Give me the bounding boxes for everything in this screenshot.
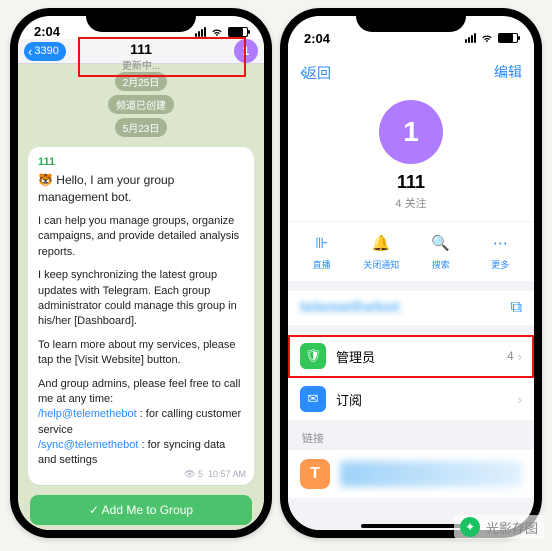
watermark: ✦ 光影存图 [454,515,544,539]
qr-icon[interactable]: ⧉ [511,299,522,317]
home-indicator[interactable] [361,524,461,528]
chevron-right-icon: › [518,392,522,407]
chip-created: 频道已创建 [108,95,174,114]
message-p1: I can help you manage groups, organize c… [38,214,244,260]
status-time: 2:04 [304,31,330,46]
bell-icon: 🔔 [370,232,392,254]
add-to-group-button[interactable]: ✓ Add Me to Group [30,495,252,525]
message-greeting: Hello, I am your group management bot. [38,173,174,204]
watermark-text: 光影存图 [486,518,538,537]
profile-header: 1 111 4 关注 [288,92,534,221]
status-icons [195,26,248,38]
admins-label: 管理员 [336,347,507,366]
wifi-icon [480,32,494,44]
chat-body[interactable]: 2月25日 频道已创建 5月23日 111 🐯 Hello, I am your… [18,64,264,530]
sync-command-link[interactable]: /sync@telemethebot [38,439,138,451]
status-time: 2:04 [34,24,60,39]
more-icon: ⋯ [489,232,511,254]
screen-profile: 2:04 ‹返回 编辑 1 111 4 关注 ⊪ 直播 [288,16,534,530]
links-section-label: 链接 [288,420,534,450]
screen-chat: 2:04 ‹ 3390 111 更新中... 1 2月25日 频道已创建 [18,16,264,530]
back-count: 3390 [34,45,58,57]
chat-avatar[interactable]: 1 [234,39,258,63]
group-name: 111 [288,172,534,193]
action-more[interactable]: ⋯ 更多 [471,232,531,271]
action-live[interactable]: ⊪ 直播 [292,232,352,271]
phone-right: 2:04 ‹返回 编辑 1 111 4 关注 ⊪ 直播 [280,8,542,538]
profile-avatar[interactable]: 1 [379,100,443,164]
battery-icon [228,27,248,37]
action-search[interactable]: 🔍 搜索 [411,232,471,271]
wifi-icon [210,26,224,38]
views-count: 5 [198,469,203,479]
check-icon: ✓ [89,503,102,517]
live-icon: ⊪ [311,232,333,254]
link-tile-icon: T [300,459,330,489]
link-text-blurred [340,461,522,487]
notch [86,8,196,32]
row-username[interactable]: telemethebot ⧉ [288,291,534,325]
back-button[interactable]: ‹返回 [300,62,331,83]
profile-body[interactable]: 1 111 4 关注 ⊪ 直播 🔔 关闭通知 🔍 搜索 ⋯ [288,92,534,530]
chevron-left-icon: ‹ [28,44,32,59]
message-bubble[interactable]: 111 🐯 Hello, I am your group management … [28,147,254,485]
profile-nav-bar: ‹返回 编辑 [288,52,534,92]
message-p3: To learn more about my services, please … [38,338,244,369]
help-command-link[interactable]: /help@telemethebot [38,408,137,420]
username-blurred: telemethebot [300,299,511,317]
notch [356,8,466,32]
message-sender: 111 [38,155,244,170]
action-row: ⊪ 直播 🔔 关闭通知 🔍 搜索 ⋯ 更多 [288,221,534,281]
signal-icon [465,33,476,43]
wechat-icon: ✦ [460,517,480,537]
info-list: telemethebot ⧉ [288,291,534,325]
message-p4: And group admins, please feel free to ca… [38,378,240,405]
chip-date-1[interactable]: 2月25日 [115,72,168,91]
action-mute[interactable]: 🔔 关闭通知 [352,232,412,271]
link-item-blurred[interactable]: T [288,450,534,498]
subscribe-icon: ✉︎ [300,386,326,412]
chip-date-2[interactable]: 5月23日 [115,118,168,137]
status-icons [465,32,518,44]
bot-icon: 🐯 [38,173,56,187]
admins-count: 4 [507,349,514,363]
subscribe-label: 订阅 [336,390,514,409]
row-admins[interactable]: 🛡 管理员 4 › [288,335,534,378]
message-p2: I keep synchronizing the latest group up… [38,268,244,330]
phone-left: 2:04 ‹ 3390 111 更新中... 1 2月25日 频道已创建 [10,8,272,538]
settings-list: 🛡 管理员 4 › ✉︎ 订阅 › [288,335,534,420]
battery-icon [498,33,518,43]
date-chips: 2月25日 频道已创建 5月23日 [18,64,264,143]
row-subscribe[interactable]: ✉︎ 订阅 › [288,378,534,420]
message-time: 10:57 AM [208,469,246,479]
views-icon: 👁 [184,469,198,479]
message-meta: 👁 5 10:57 AM [184,468,246,481]
chat-nav-bar: ‹ 3390 111 更新中... 1 [18,39,264,64]
search-icon: 🔍 [430,232,452,254]
back-button[interactable]: ‹ 3390 [24,42,66,61]
signal-icon [195,27,206,37]
chevron-right-icon: › [518,349,522,364]
edit-button[interactable]: 编辑 [494,62,522,82]
follow-count: 4 关注 [288,195,534,211]
shield-icon: 🛡 [300,343,326,369]
